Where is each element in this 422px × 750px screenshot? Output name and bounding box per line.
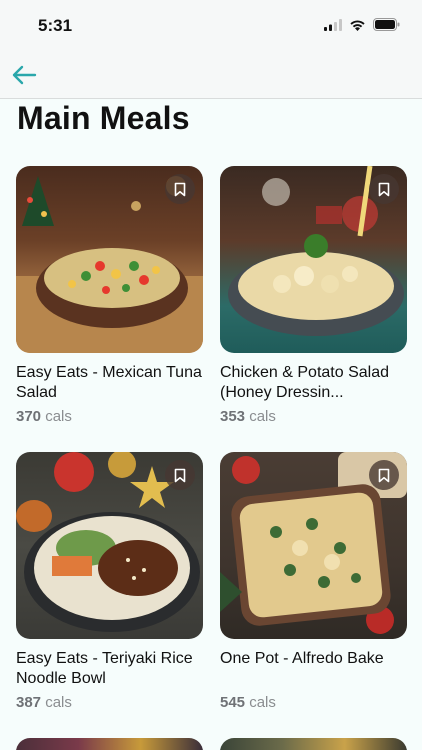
bookmark-button[interactable] [165,174,195,204]
calorie-value: 545 [220,694,246,711]
meal-card[interactable]: Easy Eats - Mexican Tuna Salad 370 cals [16,166,203,425]
calorie-value: 370 [16,408,42,425]
meal-title: Easy Eats - Mexican Tuna Salad [16,364,202,401]
meal-card[interactable]: Chicken & Potato Salad (Honey Dressin...… [220,166,407,425]
calorie-unit: cals [249,694,276,711]
meal-title: One Pot - Alfredo Bake [220,650,384,667]
meal-card[interactable]: One Pot - Alfredo Bake 545 cals [220,452,407,711]
meal-card[interactable]: Easy Eats - Teriyaki Rice Noodle Bowl 38… [16,452,203,711]
page-title: Main Meals [17,100,190,136]
meal-calories: 545 cals [220,694,407,711]
meal-card-partial[interactable] [16,738,203,750]
meal-calories: 353 cals [220,408,407,425]
calorie-value: 387 [16,694,42,711]
bookmark-button[interactable] [369,460,399,490]
bookmark-icon [174,468,186,482]
status-time: 5:31 [38,16,73,35]
bookmark-icon [378,182,390,196]
meal-image [16,166,203,353]
bookmark-icon [174,182,186,196]
arrow-left-icon [12,65,37,85]
calorie-unit: cals [45,408,72,425]
meal-calories: 387 cals [16,694,203,711]
meal-image [220,166,407,353]
meal-title: Chicken & Potato Salad (Honey Dressin... [220,364,389,401]
meal-calories: 370 cals [16,408,203,425]
calorie-unit: cals [45,694,72,711]
meal-image [220,452,407,639]
battery-icon [373,18,400,31]
signal-icon [324,18,342,31]
bookmark-icon [378,468,390,482]
bookmark-button[interactable] [369,174,399,204]
nav-bar [0,52,422,99]
back-button[interactable] [10,62,38,88]
status-icons [324,18,400,31]
wifi-icon [350,19,365,31]
calorie-unit: cals [249,408,276,425]
meal-card-partial[interactable] [220,738,407,750]
meal-title: Easy Eats - Teriyaki Rice Noodle Bowl [16,650,193,687]
meal-image [16,452,203,639]
status-bar: 5:31 [0,0,422,52]
calorie-value: 353 [220,408,246,425]
bookmark-button[interactable] [165,460,195,490]
